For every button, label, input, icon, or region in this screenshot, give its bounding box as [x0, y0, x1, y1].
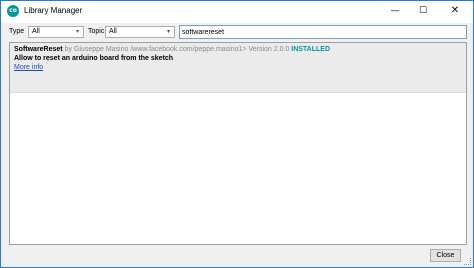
library-manager-window: co Library Manager — ☐ ✕ Type All ▾ Topi… [0, 0, 474, 268]
close-window-button[interactable]: ✕ [441, 1, 469, 21]
window-title: Library Manager [24, 6, 83, 15]
maximize-button[interactable]: ☐ [409, 1, 437, 21]
library-description: Allow to reset an arduino board from the… [14, 55, 174, 62]
search-input[interactable] [182, 27, 462, 37]
type-select[interactable]: All ▾ [28, 26, 84, 38]
search-field[interactable] [179, 25, 467, 39]
resize-grip[interactable] [464, 258, 471, 265]
minimize-button[interactable]: — [381, 1, 409, 21]
topic-select[interactable]: All ▾ [105, 26, 175, 38]
installed-badge: INSTALLED [291, 46, 331, 53]
library-name: SoftwareReset [14, 46, 63, 53]
more-info-link[interactable]: More info [14, 64, 43, 71]
chevron-down-icon: ▾ [75, 28, 79, 35]
arduino-icon: co [7, 5, 19, 17]
topic-select-value: All [109, 28, 117, 35]
close-button[interactable]: Close [430, 249, 461, 262]
library-list[interactable]: SoftwareReset by Giuseppe Masino /www.fa… [9, 42, 467, 245]
topic-label: Topic [88, 28, 105, 35]
library-header: SoftwareReset by Giuseppe Masino /www.fa… [14, 46, 330, 53]
chevron-down-icon: ▾ [166, 28, 170, 35]
type-select-value: All [32, 28, 40, 35]
library-row[interactable]: SoftwareReset by Giuseppe Masino /www.fa… [10, 43, 466, 93]
filter-toolbar: Type All ▾ Topic All ▾ [1, 23, 473, 42]
library-author-version: by Giuseppe Masino /www.facebook.com/pep… [62, 46, 292, 53]
title-bar: co Library Manager — ☐ ✕ [1, 1, 473, 23]
type-label: Type [9, 28, 25, 35]
